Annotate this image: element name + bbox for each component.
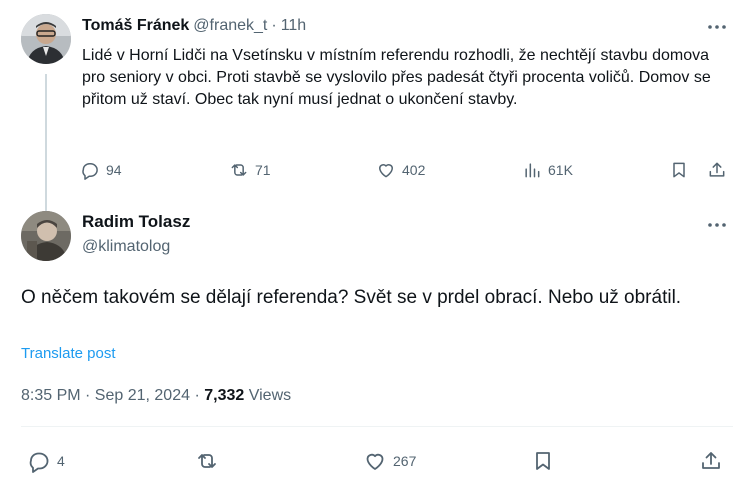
parent-tweet-time[interactable]: 11h [281, 17, 307, 35]
main-like-button[interactable]: 267 [363, 449, 416, 473]
main-reply-count: 4 [57, 453, 65, 469]
reply-icon [29, 452, 49, 473]
share-icon [709, 162, 725, 177]
main-more-icon[interactable] [706, 218, 728, 232]
parent-repost-button[interactable]: 71 [229, 160, 271, 180]
parent-like-count: 402 [402, 162, 426, 178]
parent-tweet-header: Tomáš Fránek @franek_t · 11h [82, 15, 306, 37]
header-separator: · [271, 17, 277, 34]
parent-repost-count: 71 [255, 162, 271, 178]
repost-icon [231, 164, 247, 176]
main-repost-button[interactable] [195, 449, 219, 473]
parent-author-avatar[interactable] [21, 14, 71, 64]
share-icon [702, 452, 720, 469]
tweet-meta: 8:35 PM · Sep 21, 2024 · 7,332 Views [21, 387, 291, 405]
parent-like-button[interactable]: 402 [376, 160, 425, 180]
meta-separator: · [194, 387, 200, 404]
parent-views-count: 61K [548, 162, 573, 178]
main-author-handle[interactable]: @klimatolog [82, 238, 170, 256]
parent-tweet-text: Lidé v Horní Lidči na Vsetínsku v místní… [82, 47, 711, 108]
tweet-timestamp[interactable]: 8:35 PM · Sep 21, 2024 [21, 387, 190, 404]
parent-share-button[interactable] [707, 160, 727, 180]
bookmark-icon [673, 162, 685, 178]
views-label: Views [248, 387, 292, 404]
heart-icon [379, 164, 393, 178]
translate-post-link[interactable]: Translate post [21, 345, 116, 362]
main-like-count: 267 [393, 453, 417, 469]
views-count[interactable]: 7,332 [204, 387, 244, 404]
bookmark-icon [536, 452, 550, 470]
views-chart-icon [525, 163, 540, 178]
parent-views-button[interactable]: 61K [522, 160, 573, 180]
main-author-name[interactable]: Radim Tolasz [82, 212, 190, 232]
heart-icon [366, 453, 384, 470]
parent-reply-button[interactable]: 94 [80, 160, 122, 180]
reply-icon [82, 163, 98, 180]
parent-author-handle[interactable]: @franek_t [193, 17, 267, 35]
parent-bookmark-button[interactable] [669, 160, 689, 180]
repost-icon [198, 454, 216, 468]
main-reply-button[interactable]: 4 [27, 449, 65, 473]
main-tweet-text: O něčem takovém se dělají referenda? Svě… [21, 287, 682, 308]
main-bookmark-button[interactable] [531, 449, 555, 473]
main-share-button[interactable] [699, 449, 723, 473]
main-author-avatar[interactable] [21, 211, 71, 261]
parent-reply-count: 94 [106, 162, 122, 178]
thread-connector-line [45, 74, 47, 212]
parent-author-name[interactable]: Tomáš Fránek [82, 17, 189, 35]
parent-more-icon[interactable] [706, 20, 728, 34]
meta-divider [21, 426, 733, 427]
